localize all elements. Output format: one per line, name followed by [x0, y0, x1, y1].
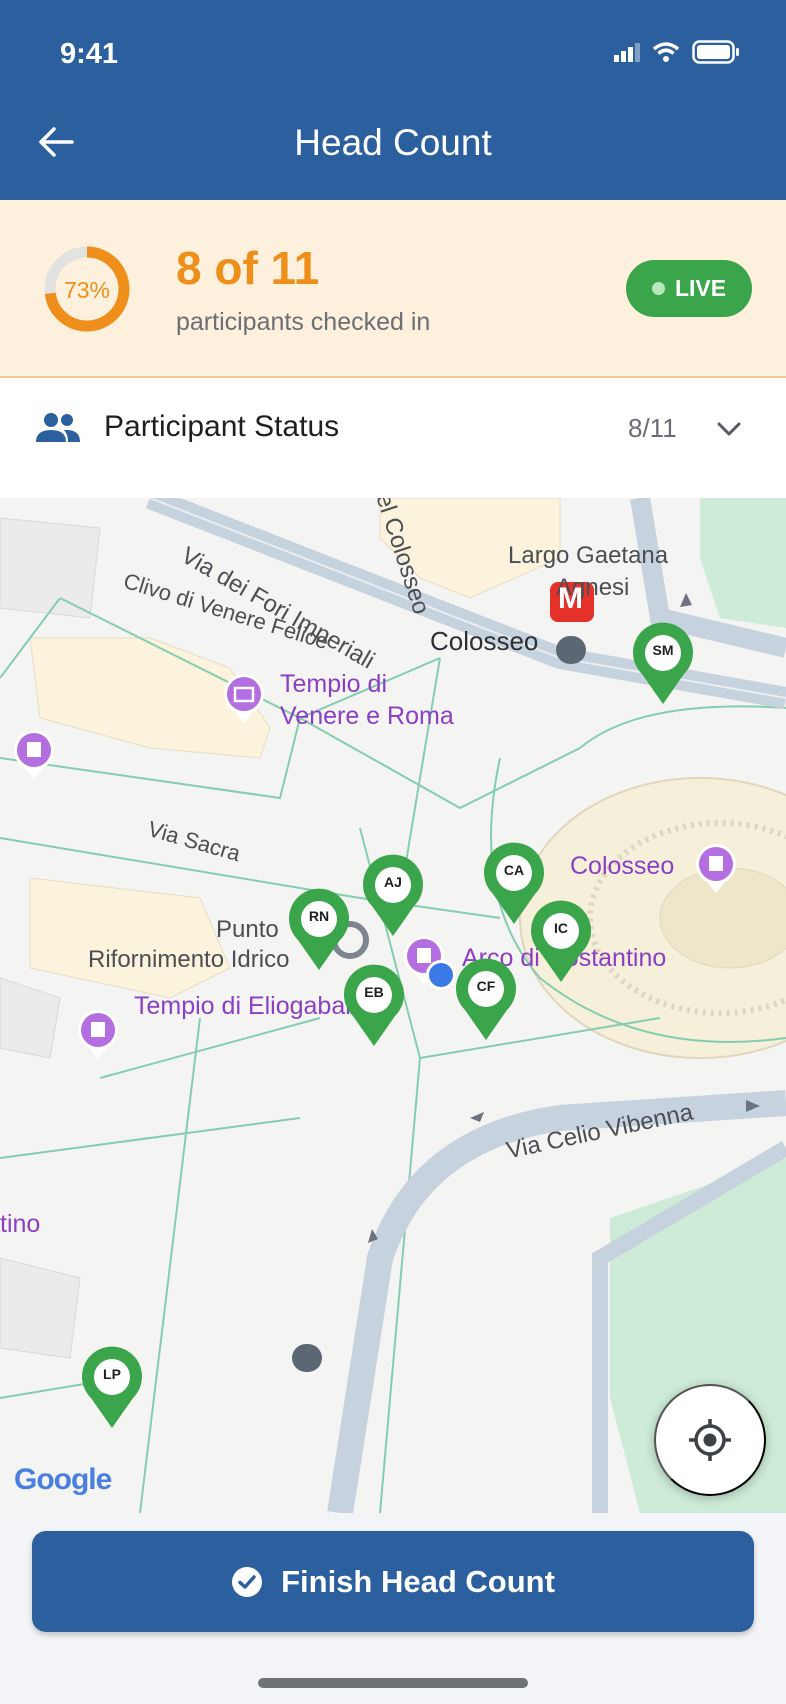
participant-status-ratio: 8/11 [628, 413, 677, 443]
checkin-count: 8 of 11 [176, 242, 320, 294]
participant-initials: EB [364, 984, 384, 1000]
map-pin-icon [456, 958, 516, 1040]
finish-head-count-button[interactable]: Finish Head Count [32, 1531, 754, 1632]
map-pin-icon [82, 1346, 142, 1428]
check-circle-icon [232, 1566, 263, 1597]
poi-museum-icon[interactable] [222, 672, 266, 724]
map-label-tempio-venere-1: Tempio di [280, 670, 387, 698]
status-time: 9:41 [60, 38, 119, 70]
poi-eliogabalo-icon[interactable] [76, 1008, 120, 1060]
progress-percent: 73% [63, 277, 111, 303]
people-icon [36, 413, 80, 442]
live-dot-icon [651, 282, 665, 295]
finish-head-count-label: Finish Head Count [281, 1563, 555, 1599]
map-pin-icon [531, 900, 591, 982]
participant-initials: RN [308, 908, 330, 924]
metro-icon: M [558, 582, 583, 615]
recenter-location-button[interactable] [654, 1384, 766, 1496]
map-label-punto-2: Rifornimento Idrico [88, 946, 290, 973]
status-icons [614, 40, 740, 64]
poi-monument-icon[interactable] [12, 728, 56, 780]
participant-pin[interactable]: LP [79, 1346, 145, 1430]
participant-initials: LP [103, 1366, 121, 1382]
participant-pin[interactable]: SM [630, 622, 696, 706]
map-view[interactable]: Via dei Fori Imperiali el Colosseo Largo… [0, 498, 786, 1513]
participant-initials: SM [652, 642, 674, 658]
participant-pin[interactable]: RN [286, 888, 352, 972]
battery-icon [692, 40, 739, 64]
live-badge: LIVE [626, 260, 752, 317]
map-label-punto-1: Punto [216, 916, 279, 943]
map-pin-icon [633, 622, 693, 704]
participant-initials: CA [503, 862, 525, 878]
participant-initials: AJ [384, 874, 402, 890]
wifi-icon [652, 42, 680, 62]
participant-pin[interactable]: AJ [360, 854, 426, 938]
signal-icon [614, 43, 640, 62]
participant-status-row[interactable]: Participant Status 8/11 [0, 380, 786, 498]
crosshair-icon [689, 1419, 731, 1461]
home-indicator [258, 1678, 528, 1688]
participant-initials: IC [554, 920, 568, 936]
map-label-tino: tino [0, 1210, 41, 1238]
poi-colosseo-icon[interactable] [694, 842, 738, 894]
participant-pin[interactable]: CF [453, 958, 519, 1042]
page-title: Head Count [294, 122, 492, 163]
participant-pin[interactable]: IC [528, 900, 594, 984]
participant-pin[interactable]: EB [341, 964, 407, 1048]
google-logo: Google [14, 1463, 112, 1496]
live-label: LIVE [674, 275, 727, 301]
map-label-tempio-venere-2: Venere e Roma [280, 702, 454, 730]
participant-initials: CF [476, 978, 496, 994]
map-pin-icon [344, 964, 404, 1046]
participant-status-label: Participant Status [104, 410, 340, 443]
map-pin-icon [363, 854, 423, 936]
map-label-tempio-eliogabalo: Tempio di Eliogabalo [134, 992, 365, 1020]
map-label-colosseo-station: Colosseo [430, 626, 539, 656]
checkin-subtitle: participants checked in [176, 308, 431, 336]
map-label-largo-1: Largo Gaetana [508, 542, 669, 569]
map-pin-icon [289, 888, 349, 970]
top-bar: 9:41 Head Count [0, 0, 786, 200]
map-label-colosseo: Colosseo [570, 852, 675, 880]
chevron-down-icon[interactable] [714, 414, 744, 444]
